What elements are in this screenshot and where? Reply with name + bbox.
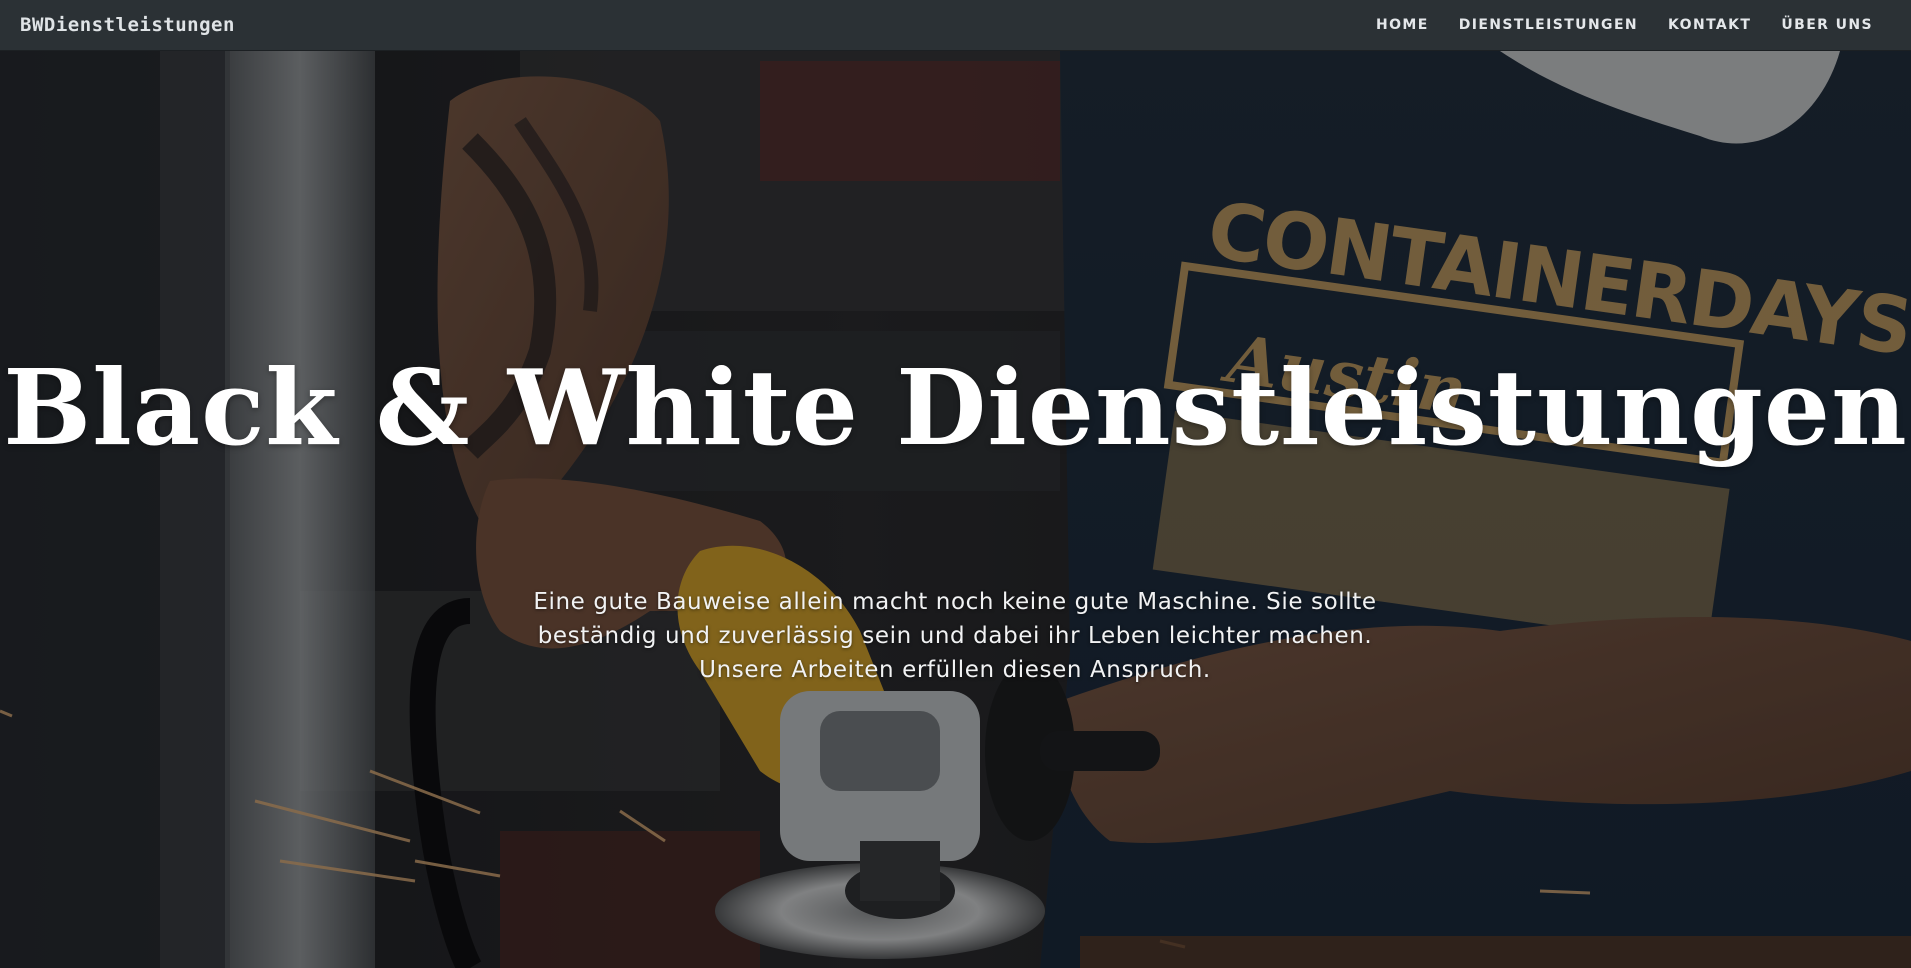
nav-links: HOME DIENSTLEISTUNGEN KONTAKT ÜBER UNS <box>1346 17 1873 33</box>
top-navbar: BWDienstleistungen HOME DIENSTLEISTUNGEN… <box>0 0 1911 51</box>
nav-link-kontakt[interactable]: KONTAKT <box>1668 17 1751 33</box>
nav-link-dienstleistungen[interactable]: DIENSTLEISTUNGEN <box>1459 17 1638 33</box>
hero-title: Black & White Dienstleistungen <box>3 346 1908 469</box>
brand-logo-link[interactable]: BWDienstleistungen <box>20 14 235 36</box>
hero-description: Eine gute Bauweise allein macht noch kei… <box>533 589 1377 683</box>
hero-dark-overlay <box>0 51 1911 968</box>
hero-section: CONTAINERDAYS Austin Black & White Diens… <box>0 51 1911 968</box>
nav-link-home[interactable]: HOME <box>1376 17 1429 33</box>
nav-link-ueber-uns[interactable]: ÜBER UNS <box>1781 17 1873 33</box>
